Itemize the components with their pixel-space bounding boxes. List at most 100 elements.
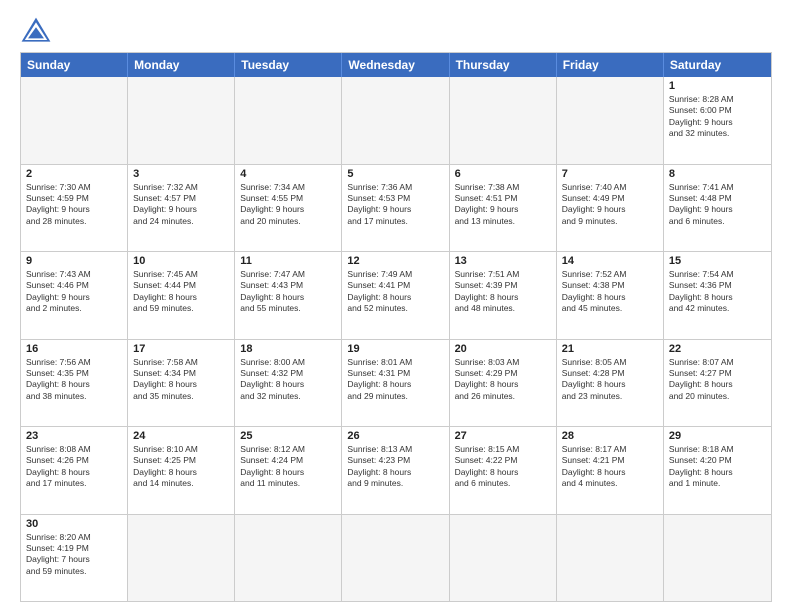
weekday-header-thursday: Thursday bbox=[450, 53, 557, 77]
cell-day-number: 23 bbox=[26, 430, 122, 442]
calendar-cell: 23 Sunrise: 8:08 AM Sunset: 4:26 PM Dayli… bbox=[21, 427, 128, 514]
calendar-cell: 20 Sunrise: 8:03 AM Sunset: 4:29 PM Dayli… bbox=[450, 340, 557, 427]
cell-info: Sunrise: 7:34 AM Sunset: 4:55 PM Dayligh… bbox=[240, 182, 336, 228]
cell-day-number: 15 bbox=[669, 255, 766, 267]
cell-info: Sunrise: 8:13 AM Sunset: 4:23 PM Dayligh… bbox=[347, 444, 443, 490]
cell-day-number: 13 bbox=[455, 255, 551, 267]
cell-info: Sunrise: 8:03 AM Sunset: 4:29 PM Dayligh… bbox=[455, 357, 551, 403]
calendar-cell: 21 Sunrise: 8:05 AM Sunset: 4:28 PM Dayli… bbox=[557, 340, 664, 427]
calendar-cell bbox=[235, 77, 342, 164]
cell-day-number: 12 bbox=[347, 255, 443, 267]
calendar-cell: 4 Sunrise: 7:34 AM Sunset: 4:55 PM Daylig… bbox=[235, 165, 342, 252]
cell-info: Sunrise: 7:51 AM Sunset: 4:39 PM Dayligh… bbox=[455, 269, 551, 315]
cell-day-number: 29 bbox=[669, 430, 766, 442]
calendar-cell: 8 Sunrise: 7:41 AM Sunset: 4:48 PM Daylig… bbox=[664, 165, 771, 252]
cell-info: Sunrise: 7:54 AM Sunset: 4:36 PM Dayligh… bbox=[669, 269, 766, 315]
calendar-cell: 2Sunrise: 7:30 AM Sunset: 4:59 PM Daylig… bbox=[21, 165, 128, 252]
calendar-cell bbox=[557, 515, 664, 602]
cell-info: Sunrise: 8:08 AM Sunset: 4:26 PM Dayligh… bbox=[26, 444, 122, 490]
cell-info: Sunrise: 7:47 AM Sunset: 4:43 PM Dayligh… bbox=[240, 269, 336, 315]
calendar-body: 1Sunrise: 8:28 AM Sunset: 6:00 PM Daylig… bbox=[21, 77, 771, 601]
calendar-cell: 28Sunrise: 8:17 AM Sunset: 4:21 PM Dayli… bbox=[557, 427, 664, 514]
cell-info: Sunrise: 8:18 AM Sunset: 4:20 PM Dayligh… bbox=[669, 444, 766, 490]
calendar-cell bbox=[450, 77, 557, 164]
cell-info: Sunrise: 7:38 AM Sunset: 4:51 PM Dayligh… bbox=[455, 182, 551, 228]
weekday-header-monday: Monday bbox=[128, 53, 235, 77]
calendar-cell bbox=[21, 77, 128, 164]
cell-day-number: 14 bbox=[562, 255, 658, 267]
weekday-header-wednesday: Wednesday bbox=[342, 53, 449, 77]
cell-day-number: 5 bbox=[347, 168, 443, 180]
weekday-header-friday: Friday bbox=[557, 53, 664, 77]
calendar-cell bbox=[342, 515, 449, 602]
calendar-cell: 9Sunrise: 7:43 AM Sunset: 4:46 PM Daylig… bbox=[21, 252, 128, 339]
cell-day-number: 26 bbox=[347, 430, 443, 442]
cell-day-number: 17 bbox=[133, 343, 229, 355]
calendar-cell: 10Sunrise: 7:45 AM Sunset: 4:44 PM Dayli… bbox=[128, 252, 235, 339]
weekday-header-sunday: Sunday bbox=[21, 53, 128, 77]
cell-day-number: 3 bbox=[133, 168, 229, 180]
calendar-cell: 1Sunrise: 8:28 AM Sunset: 6:00 PM Daylig… bbox=[664, 77, 771, 164]
calendar: SundayMondayTuesdayWednesdayThursdayFrid… bbox=[20, 52, 772, 602]
calendar-cell: 27Sunrise: 8:15 AM Sunset: 4:22 PM Dayli… bbox=[450, 427, 557, 514]
cell-day-number: 7 bbox=[562, 168, 658, 180]
cell-info: Sunrise: 8:15 AM Sunset: 4:22 PM Dayligh… bbox=[455, 444, 551, 490]
cell-info: Sunrise: 8:28 AM Sunset: 6:00 PM Dayligh… bbox=[669, 94, 766, 140]
cell-day-number: 25 bbox=[240, 430, 336, 442]
calendar-row-2: 9Sunrise: 7:43 AM Sunset: 4:46 PM Daylig… bbox=[21, 251, 771, 339]
calendar-cell: 13 Sunrise: 7:51 AM Sunset: 4:39 PM Dayli… bbox=[450, 252, 557, 339]
cell-info: Sunrise: 7:45 AM Sunset: 4:44 PM Dayligh… bbox=[133, 269, 229, 315]
calendar-cell bbox=[450, 515, 557, 602]
calendar-cell: 7 Sunrise: 7:40 AM Sunset: 4:49 PM Daylig… bbox=[557, 165, 664, 252]
calendar-cell: 14 Sunrise: 7:52 AM Sunset: 4:38 PM Dayli… bbox=[557, 252, 664, 339]
cell-day-number: 30 bbox=[26, 518, 122, 530]
calendar-cell: 15 Sunrise: 7:54 AM Sunset: 4:36 PM Dayli… bbox=[664, 252, 771, 339]
cell-day-number: 2 bbox=[26, 168, 122, 180]
cell-day-number: 21 bbox=[562, 343, 658, 355]
calendar-cell: 18Sunrise: 8:00 AM Sunset: 4:32 PM Dayli… bbox=[235, 340, 342, 427]
cell-day-number: 22 bbox=[669, 343, 766, 355]
cell-info: Sunrise: 8:07 AM Sunset: 4:27 PM Dayligh… bbox=[669, 357, 766, 403]
calendar-row-1: 2Sunrise: 7:30 AM Sunset: 4:59 PM Daylig… bbox=[21, 164, 771, 252]
logo bbox=[20, 16, 56, 44]
cell-info: Sunrise: 7:40 AM Sunset: 4:49 PM Dayligh… bbox=[562, 182, 658, 228]
calendar-row-5: 30 Sunrise: 8:20 AM Sunset: 4:19 PM Dayli… bbox=[21, 514, 771, 602]
cell-info: Sunrise: 7:56 AM Sunset: 4:35 PM Dayligh… bbox=[26, 357, 122, 403]
calendar-row-0: 1Sunrise: 8:28 AM Sunset: 6:00 PM Daylig… bbox=[21, 77, 771, 164]
cell-info: Sunrise: 7:41 AM Sunset: 4:48 PM Dayligh… bbox=[669, 182, 766, 228]
cell-day-number: 8 bbox=[669, 168, 766, 180]
calendar-cell: 11Sunrise: 7:47 AM Sunset: 4:43 PM Dayli… bbox=[235, 252, 342, 339]
calendar-cell bbox=[128, 515, 235, 602]
calendar-cell bbox=[235, 515, 342, 602]
weekday-header-tuesday: Tuesday bbox=[235, 53, 342, 77]
cell-day-number: 19 bbox=[347, 343, 443, 355]
cell-day-number: 24 bbox=[133, 430, 229, 442]
cell-info: Sunrise: 7:58 AM Sunset: 4:34 PM Dayligh… bbox=[133, 357, 229, 403]
cell-day-number: 6 bbox=[455, 168, 551, 180]
calendar-cell: 30 Sunrise: 8:20 AM Sunset: 4:19 PM Dayli… bbox=[21, 515, 128, 602]
calendar-cell bbox=[664, 515, 771, 602]
cell-info: Sunrise: 7:49 AM Sunset: 4:41 PM Dayligh… bbox=[347, 269, 443, 315]
calendar-cell bbox=[557, 77, 664, 164]
cell-info: Sunrise: 8:12 AM Sunset: 4:24 PM Dayligh… bbox=[240, 444, 336, 490]
calendar-row-3: 16 Sunrise: 7:56 AM Sunset: 4:35 PM Dayli… bbox=[21, 339, 771, 427]
cell-info: Sunrise: 8:20 AM Sunset: 4:19 PM Dayligh… bbox=[26, 532, 122, 578]
calendar-row-4: 23 Sunrise: 8:08 AM Sunset: 4:26 PM Dayli… bbox=[21, 426, 771, 514]
cell-info: Sunrise: 7:32 AM Sunset: 4:57 PM Dayligh… bbox=[133, 182, 229, 228]
logo-icon bbox=[20, 16, 52, 44]
calendar-header: SundayMondayTuesdayWednesdayThursdayFrid… bbox=[21, 53, 771, 77]
cell-day-number: 20 bbox=[455, 343, 551, 355]
cell-info: Sunrise: 7:52 AM Sunset: 4:38 PM Dayligh… bbox=[562, 269, 658, 315]
cell-info: Sunrise: 8:01 AM Sunset: 4:31 PM Dayligh… bbox=[347, 357, 443, 403]
calendar-cell: 3 Sunrise: 7:32 AM Sunset: 4:57 PM Daylig… bbox=[128, 165, 235, 252]
cell-day-number: 16 bbox=[26, 343, 122, 355]
cell-info: Sunrise: 8:17 AM Sunset: 4:21 PM Dayligh… bbox=[562, 444, 658, 490]
calendar-cell bbox=[128, 77, 235, 164]
cell-day-number: 9 bbox=[26, 255, 122, 267]
cell-info: Sunrise: 8:00 AM Sunset: 4:32 PM Dayligh… bbox=[240, 357, 336, 403]
cell-info: Sunrise: 8:05 AM Sunset: 4:28 PM Dayligh… bbox=[562, 357, 658, 403]
cell-day-number: 4 bbox=[240, 168, 336, 180]
calendar-cell: 29 Sunrise: 8:18 AM Sunset: 4:20 PM Dayli… bbox=[664, 427, 771, 514]
calendar-cell: 19 Sunrise: 8:01 AM Sunset: 4:31 PM Dayli… bbox=[342, 340, 449, 427]
calendar-cell: 17 Sunrise: 7:58 AM Sunset: 4:34 PM Dayli… bbox=[128, 340, 235, 427]
